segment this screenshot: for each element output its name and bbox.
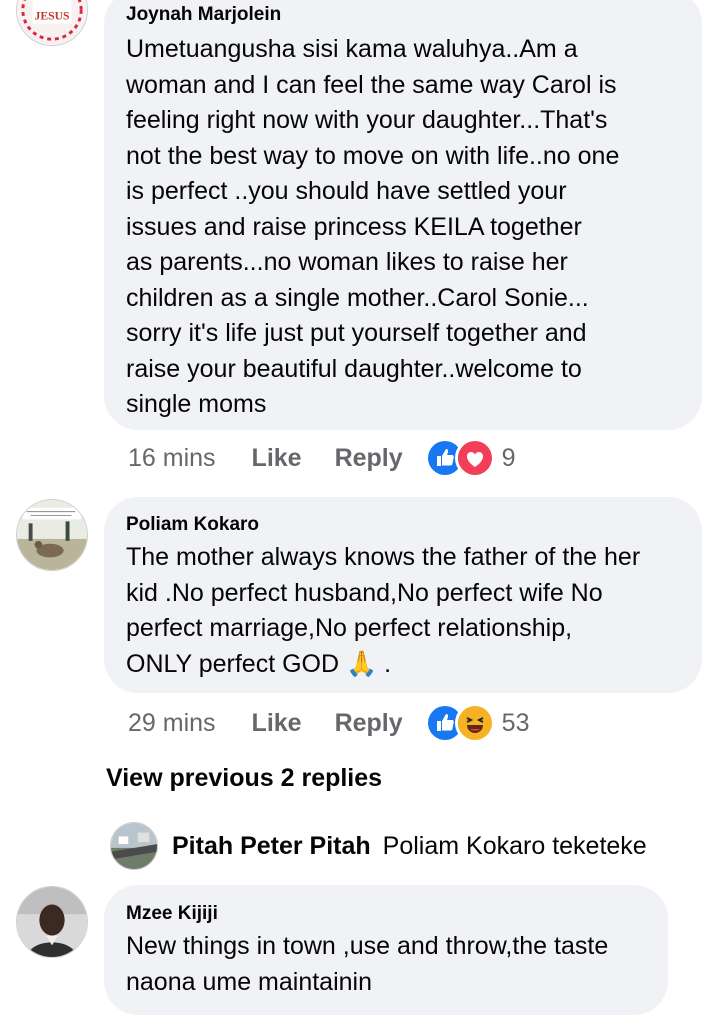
avatar-logo-text: JESUS xyxy=(35,10,70,23)
comment-actions: 29 mins Like Reply 53 xyxy=(128,703,530,743)
avatar[interactable] xyxy=(16,886,88,958)
reactions-summary[interactable]: 9 xyxy=(424,438,516,478)
comment-text: The mother always knows the father of th… xyxy=(126,540,680,682)
reply-text: Poliam Kokaro teketeke xyxy=(382,831,647,860)
comment-actions: 16 mins Like Reply 9 xyxy=(128,438,516,478)
comment-author[interactable]: Poliam Kokaro xyxy=(126,514,680,536)
comment-author[interactable]: Joynah Marjolein xyxy=(126,4,680,26)
avatar-image: JESUS xyxy=(17,0,87,45)
avatar-image xyxy=(17,887,87,957)
reaction-count: 53 xyxy=(501,708,530,737)
avatar[interactable] xyxy=(16,499,88,571)
comment-author[interactable]: Mzee Kijiji xyxy=(126,903,646,925)
praying-hands-icon: 🙏 xyxy=(346,649,378,678)
comment-text: New things in town ,use and throw,the ta… xyxy=(126,932,609,996)
comment-timestamp: 16 mins xyxy=(128,443,216,472)
comment-bubble: Poliam Kokaro The mother always knows th… xyxy=(104,497,702,693)
haha-icon xyxy=(454,703,495,743)
comment-bubble: Joynah Marjolein Umetuangusha sisi kama … xyxy=(104,0,702,430)
reply-button[interactable]: Reply xyxy=(335,444,403,473)
avatar[interactable]: JESUS xyxy=(16,0,88,46)
like-button[interactable]: Like xyxy=(252,709,302,738)
love-icon xyxy=(454,438,495,478)
avatar[interactable] xyxy=(110,822,158,870)
comment-text-suffix: . xyxy=(377,649,392,678)
avatar-image xyxy=(111,823,157,869)
reply-button[interactable]: Reply xyxy=(335,709,403,738)
comment-text: Umetuangusha sisi kama waluhya..Am a wom… xyxy=(126,35,620,418)
view-previous-replies-link[interactable]: View previous 2 replies xyxy=(106,764,382,793)
comment-timestamp: 29 mins xyxy=(128,708,216,737)
reaction-count: 9 xyxy=(501,443,516,472)
comment-bubble: Mzee Kijiji New things in town ,use and … xyxy=(104,885,668,1015)
reply-author[interactable]: Pitah Peter Pitah xyxy=(172,832,371,861)
reply-preview[interactable]: Pitah Peter Pitah Poliam Kokaro teketeke xyxy=(110,820,647,872)
avatar-image xyxy=(17,500,87,570)
like-button[interactable]: Like xyxy=(252,444,302,473)
reactions-summary[interactable]: 53 xyxy=(424,703,530,743)
